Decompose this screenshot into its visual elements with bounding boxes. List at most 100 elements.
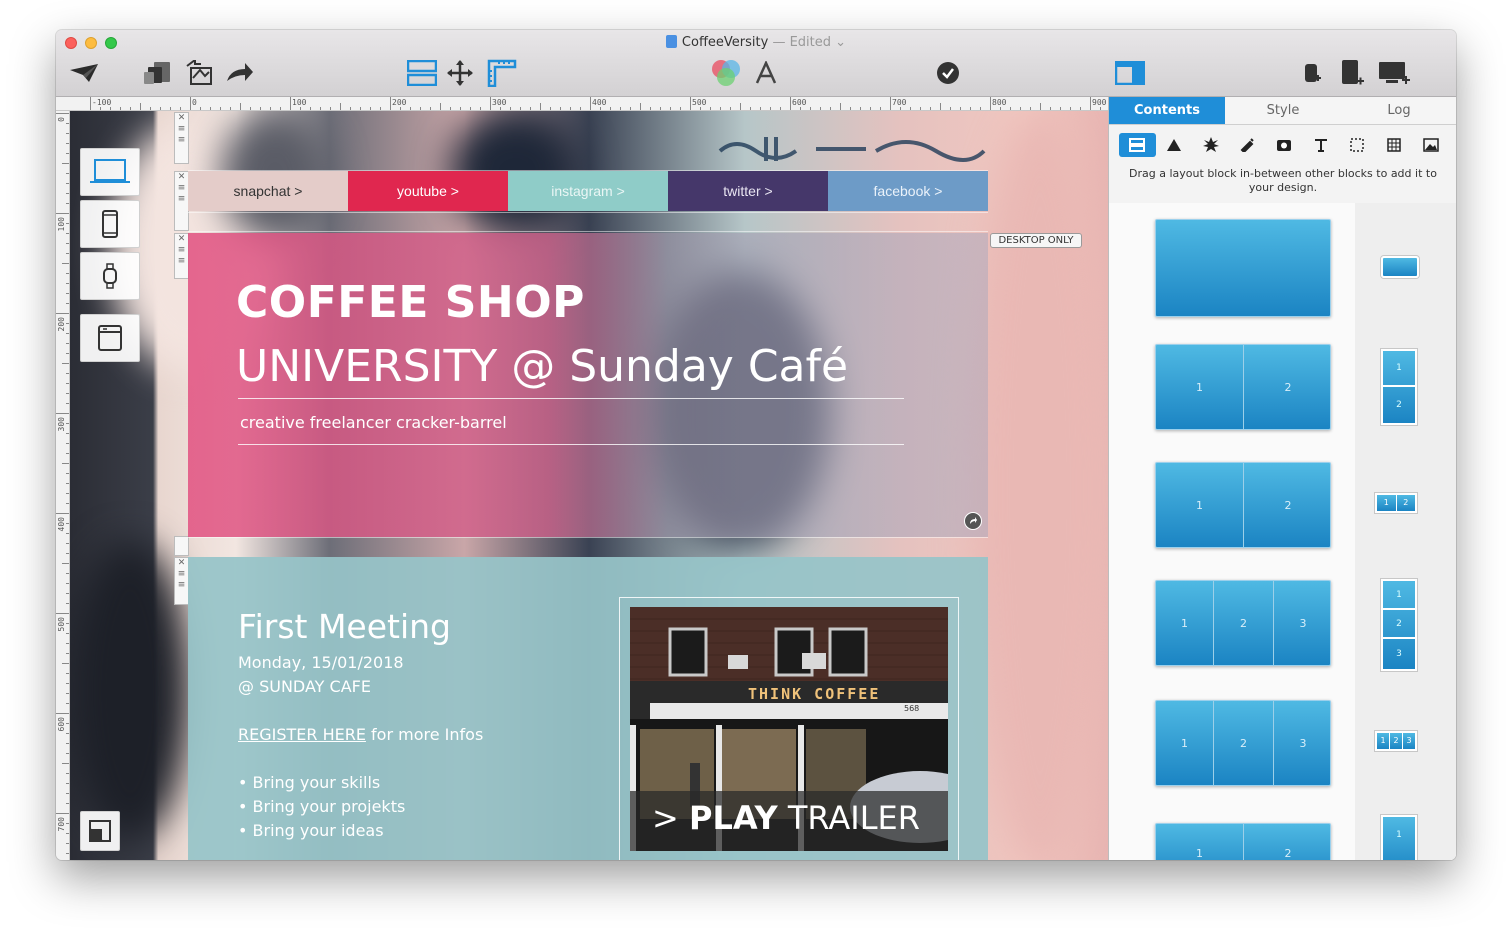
hero-divider bbox=[238, 398, 904, 399]
ruler-label: -100 bbox=[92, 98, 112, 107]
block-handle[interactable] bbox=[174, 536, 189, 556]
mobile-block-stacked-2[interactable]: 1 2 bbox=[1381, 349, 1417, 425]
hero-divider bbox=[238, 444, 904, 445]
mobile-block-inline-3[interactable]: 123 bbox=[1375, 731, 1417, 751]
title-bar: CoffeeVersity — Edited ⌄ bbox=[56, 30, 1456, 97]
ruler-tick bbox=[56, 313, 69, 314]
tab-log[interactable]: Log bbox=[1341, 97, 1456, 124]
drag-hint: Drag a layout block in-between other blo… bbox=[1129, 167, 1437, 194]
typography-icon[interactable] bbox=[746, 58, 786, 88]
hero-title: COFFEE SHOP bbox=[236, 277, 585, 328]
layout-blocks-icon[interactable] bbox=[402, 58, 442, 88]
spacer-block[interactable] bbox=[188, 537, 988, 557]
ruler-tick bbox=[62, 163, 69, 164]
social-link[interactable]: instagram > bbox=[508, 171, 668, 211]
ruler-label: 400 bbox=[57, 517, 66, 532]
block-handle[interactable]: ✕ ≡ ≡ bbox=[174, 557, 189, 605]
layout-block-three-column[interactable]: 123 bbox=[1155, 700, 1331, 786]
bullet-item: • Bring your skills bbox=[238, 773, 381, 792]
media-icon[interactable] bbox=[1266, 133, 1303, 157]
ruler-label: 600 bbox=[57, 717, 66, 732]
add-desktop-preview-icon[interactable] bbox=[1374, 58, 1414, 88]
sidebar-tabs: Contents Style Log bbox=[1109, 97, 1456, 125]
add-phone-preview-icon[interactable] bbox=[1296, 58, 1328, 88]
ruler-tick bbox=[140, 103, 141, 110]
watch-view-button[interactable] bbox=[80, 252, 140, 300]
mobile-preview-column bbox=[1355, 203, 1456, 860]
mobile-block-inline-2[interactable]: 12 bbox=[1375, 493, 1417, 513]
burst-icon[interactable] bbox=[1192, 133, 1229, 157]
mobile-block-stacked[interactable]: 1 bbox=[1381, 815, 1417, 860]
spacer-block[interactable] bbox=[188, 212, 988, 232]
tab-style[interactable]: Style bbox=[1225, 97, 1341, 124]
desktop-only-badge[interactable]: DESKTOP ONLY bbox=[990, 233, 1082, 248]
mobile-block-stacked-3[interactable]: 1 2 3 bbox=[1381, 579, 1417, 671]
block-handle[interactable]: ✕ ≡ ≡ bbox=[174, 112, 189, 164]
hero-block[interactable]: COFFEE SHOP UNIVERSITY @ Sunday Café cre… bbox=[188, 233, 988, 537]
layout-block-icon[interactable] bbox=[1119, 133, 1156, 157]
color-theme-icon[interactable] bbox=[706, 58, 746, 88]
tab-contents[interactable]: Contents bbox=[1109, 97, 1225, 124]
ruler-tick bbox=[740, 103, 741, 110]
layout-block-three-column[interactable]: 123 bbox=[1155, 580, 1331, 666]
ruler-tick bbox=[640, 103, 641, 110]
text-icon[interactable] bbox=[1302, 133, 1339, 157]
trailer-thumbnail[interactable]: THINK COFFEE 568 > PLAY TRAILER bbox=[630, 607, 948, 851]
social-link[interactable]: youtube > bbox=[348, 171, 508, 211]
header-image-block[interactable] bbox=[188, 111, 988, 171]
top-ruler: -100 0 100 200 300 400 500 600 700 800 900 bbox=[56, 97, 1108, 111]
export-icon[interactable] bbox=[180, 58, 220, 88]
layout-block-single[interactable] bbox=[1155, 219, 1331, 317]
register-link[interactable]: REGISTER HERE bbox=[238, 725, 366, 744]
meeting-block[interactable]: First Meeting Monday, 15/01/2018 @ SUNDA… bbox=[188, 557, 988, 860]
publish-icon[interactable] bbox=[64, 58, 104, 88]
image-icon[interactable] bbox=[1412, 133, 1449, 157]
browser-view-button[interactable] bbox=[80, 314, 140, 362]
layout-block-two-column[interactable]: 12 bbox=[1155, 462, 1331, 548]
share-icon[interactable] bbox=[220, 58, 260, 88]
ruler-label: 100 bbox=[57, 217, 66, 232]
triangle-icon[interactable] bbox=[1156, 133, 1193, 157]
ruler-tick bbox=[62, 563, 69, 564]
social-link[interactable]: snapchat > bbox=[188, 171, 348, 211]
ruler-tick bbox=[390, 97, 391, 110]
ruler-tick bbox=[62, 363, 69, 364]
desktop-view-button[interactable] bbox=[80, 148, 140, 196]
video-frame[interactable]: THINK COFFEE 568 > PLAY TRAILER bbox=[619, 597, 959, 860]
check-icon[interactable] bbox=[928, 58, 968, 88]
toggle-sidebar-icon[interactable] bbox=[1110, 58, 1150, 88]
pattern-icon[interactable] bbox=[1376, 133, 1413, 157]
tablet-view-button[interactable] bbox=[80, 200, 140, 248]
mobile-block-single[interactable] bbox=[1381, 256, 1419, 278]
play-trailer-button[interactable]: > PLAY TRAILER bbox=[652, 799, 920, 837]
ruler-label: 700 bbox=[892, 98, 907, 107]
ruler-tick bbox=[56, 713, 69, 714]
block-handle[interactable]: ✕ ≡ ≡ bbox=[174, 233, 189, 279]
layers-icon[interactable] bbox=[80, 811, 120, 851]
ruler-tick bbox=[62, 763, 69, 764]
selection-icon[interactable] bbox=[1339, 133, 1376, 157]
page-preview: snapchat > youtube > instagram > twitter > f… bbox=[188, 111, 988, 860]
move-icon[interactable] bbox=[442, 58, 478, 88]
rulers-icon[interactable] bbox=[482, 58, 522, 88]
social-link[interactable]: facebook > bbox=[828, 171, 988, 211]
ruler-tick bbox=[890, 97, 891, 110]
design-canvas[interactable]: ✕ ≡ ≡ ✕ ≡ ≡ ✕ ≡ ≡ ✕ ≡ ≡ snapchat > youtube > insta… bbox=[70, 111, 1108, 860]
pen-icon[interactable] bbox=[1229, 133, 1266, 157]
block-handle[interactable]: ✕ ≡ ≡ bbox=[174, 171, 189, 231]
ruler-label: 500 bbox=[57, 617, 66, 632]
ruler-tick bbox=[340, 103, 341, 110]
layout-block-mixed[interactable]: 12 bbox=[1155, 823, 1331, 860]
layout-block-two-column[interactable]: 12 bbox=[1155, 344, 1331, 430]
meeting-date: Monday, 15/01/2018 bbox=[238, 653, 404, 672]
redo-icon[interactable] bbox=[964, 512, 982, 530]
social-link[interactable]: twitter > bbox=[668, 171, 828, 211]
ruler-label: 200 bbox=[57, 317, 66, 332]
devices-preview-icon[interactable] bbox=[140, 58, 180, 88]
inspector-sidebar: Contents Style Log Drag a layout block i… bbox=[1108, 97, 1456, 860]
ruler-tick bbox=[62, 263, 69, 264]
ruler-label: 0 bbox=[192, 98, 197, 107]
ruler-tick bbox=[790, 97, 791, 110]
bullet-item: • Bring your ideas bbox=[238, 821, 384, 840]
add-tablet-preview-icon[interactable] bbox=[1336, 58, 1368, 88]
